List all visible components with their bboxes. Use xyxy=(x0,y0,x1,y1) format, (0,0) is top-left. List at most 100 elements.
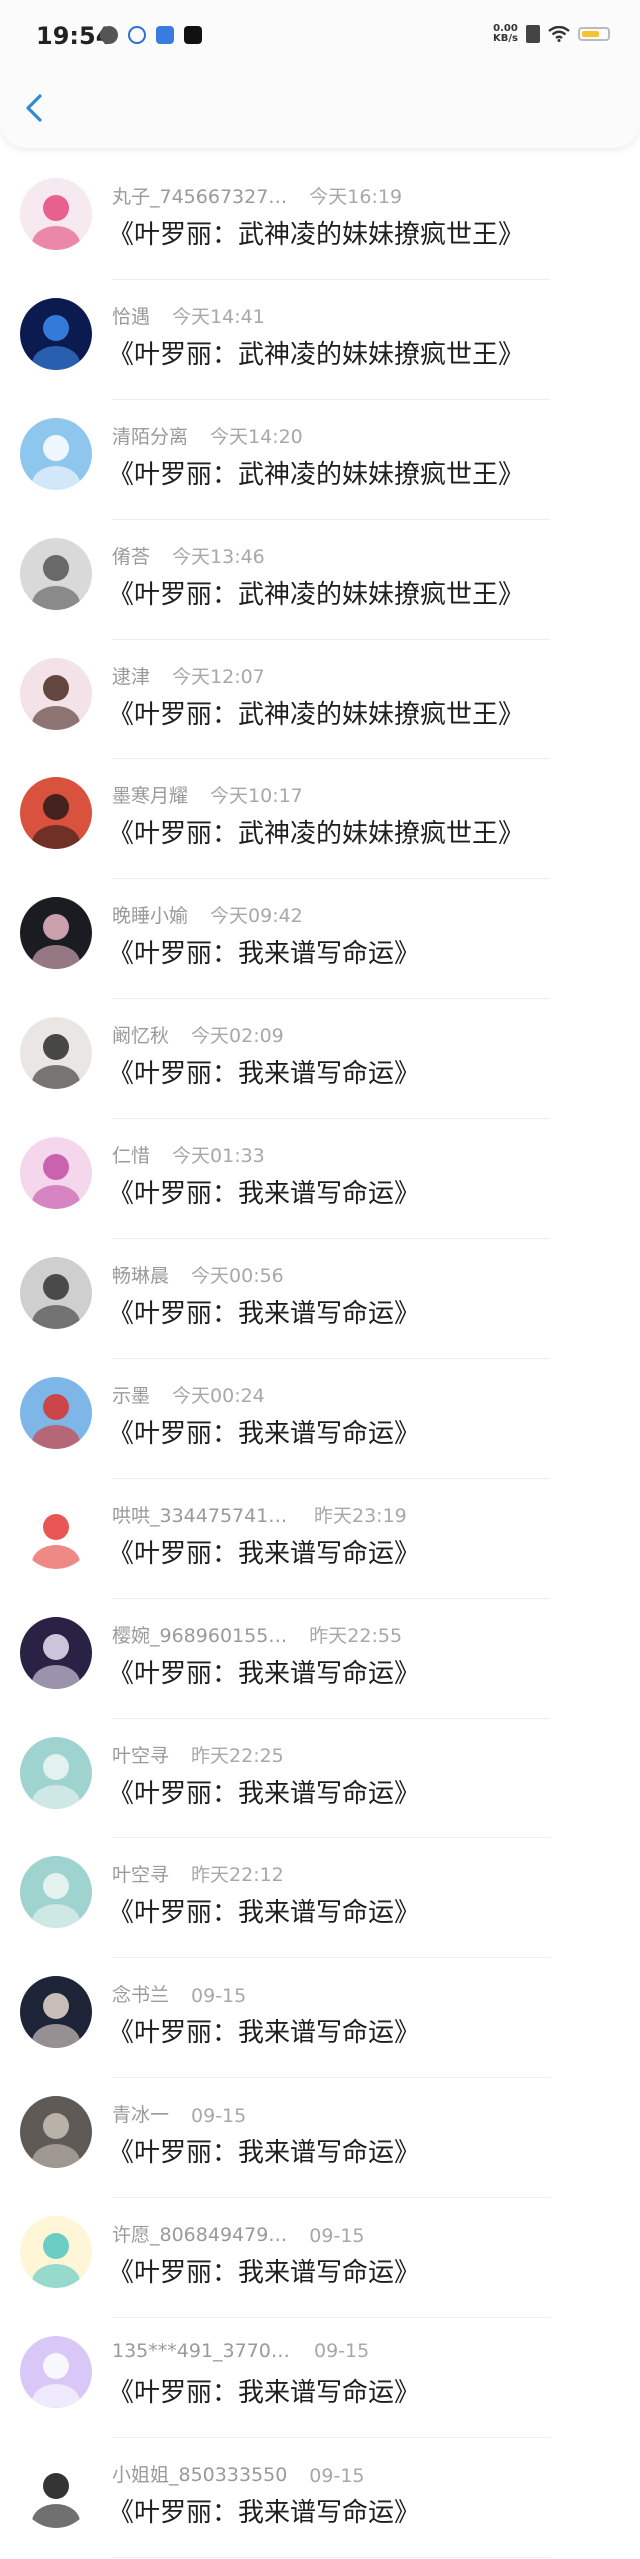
list-item[interactable]: 叶空寻 昨天22:12 《叶罗丽：我来谱写命运》 xyxy=(0,1838,640,1959)
avatar[interactable] xyxy=(20,1496,92,1569)
user-name[interactable]: 叶空寻 xyxy=(112,1741,169,1768)
list-item[interactable]: 念书兰 09-15 《叶罗丽：我来谱写命运》 xyxy=(0,1958,640,2079)
user-name[interactable]: 小姐姐_850333550 xyxy=(112,2460,287,2487)
item-meta: 示墨 今天00:24 xyxy=(112,1381,265,1408)
list-item[interactable]: 小姐姐_850333550 09-15 《叶罗丽：我来谱写命运》 xyxy=(0,2438,640,2558)
list-item[interactable]: 墨寒月耀 今天10:17 《叶罗丽：武神凌的妹妹撩疯世王》 xyxy=(0,759,640,880)
avatar[interactable] xyxy=(20,1736,92,1809)
avatar[interactable] xyxy=(20,2455,92,2528)
user-name[interactable]: 晚睡小媮 xyxy=(112,901,188,928)
avatar[interactable] xyxy=(20,178,92,250)
avatar[interactable] xyxy=(20,657,92,730)
avatar[interactable] xyxy=(20,2096,92,2169)
book-title[interactable]: 《叶罗丽：武神凌的妹妹撩疯世王》 xyxy=(108,813,524,850)
list-item[interactable]: 逮津 今天12:07 《叶罗丽：武神凌的妹妹撩疯世王》 xyxy=(0,640,640,760)
book-title[interactable]: 《叶罗丽：我来谱写命运》 xyxy=(108,1533,420,1570)
book-title[interactable]: 《叶罗丽：我来谱写命运》 xyxy=(108,1653,420,1690)
avatar[interactable] xyxy=(20,897,92,970)
list-item[interactable]: 恰遇 今天14:41 《叶罗丽：武神凌的妹妹撩疯世王》 xyxy=(0,280,640,400)
user-name[interactable]: 示墨 xyxy=(112,1381,150,1408)
book-title[interactable]: 《叶罗丽：武神凌的妹妹撩疯世王》 xyxy=(108,334,524,371)
avatar[interactable] xyxy=(20,2336,92,2409)
read-time: 今天02:09 xyxy=(191,1025,284,1048)
user-name[interactable]: 仁惜 xyxy=(112,1141,150,1168)
tiktok-icon xyxy=(184,26,202,44)
avatar[interactable] xyxy=(20,1017,92,1090)
list-item[interactable]: 仁惜 今天01:33 《叶罗丽：我来谱写命运》 xyxy=(0,1119,640,1240)
system-status: 0.00 KB/s xyxy=(493,24,610,44)
book-title[interactable]: 《叶罗丽：我来谱写命运》 xyxy=(108,2492,420,2529)
avatar-image xyxy=(20,897,92,970)
list-item[interactable]: 青冰一 09-15 《叶罗丽：我来谱写命运》 xyxy=(0,2078,640,2199)
avatar[interactable] xyxy=(20,1856,92,1929)
book-title[interactable]: 《叶罗丽：我来谱写命运》 xyxy=(108,1773,420,1810)
user-name[interactable]: 丸子_745667327… xyxy=(112,182,287,209)
network-speed: 0.00 KB/s xyxy=(493,24,518,44)
user-name[interactable]: 许愿_806849479… xyxy=(112,2220,287,2247)
book-title[interactable]: 《叶罗丽：武神凌的妹妹撩疯世王》 xyxy=(108,454,524,491)
book-title[interactable]: 《叶罗丽：武神凌的妹妹撩疯世王》 xyxy=(108,574,524,611)
user-name[interactable]: 恰遇 xyxy=(112,302,150,329)
user-name[interactable]: 倄荅 xyxy=(112,542,150,569)
item-meta: 哄哄_3344757413… 昨天23:19 xyxy=(112,1501,407,1528)
avatar[interactable] xyxy=(20,1376,92,1449)
avatar[interactable] xyxy=(20,1137,92,1210)
book-title[interactable]: 《叶罗丽：武神凌的妹妹撩疯世王》 xyxy=(108,214,524,251)
avatar-image xyxy=(20,2096,92,2169)
book-title[interactable]: 《叶罗丽：我来谱写命运》 xyxy=(108,933,420,970)
avatar[interactable] xyxy=(20,2216,92,2289)
list-item[interactable]: 畅琳晨 今天00:56 《叶罗丽：我来谱写命运》 xyxy=(0,1239,640,1359)
user-name[interactable]: 念书兰 xyxy=(112,1980,169,2007)
user-name[interactable]: 清陌分离 xyxy=(112,422,188,449)
list-item[interactable]: 叶空寻 昨天22:25 《叶罗丽：我来谱写命运》 xyxy=(0,1719,640,1839)
avatar[interactable] xyxy=(20,1976,92,2049)
avatar[interactable] xyxy=(20,1257,92,1330)
read-time: 今天13:46 xyxy=(172,545,265,568)
list-item[interactable]: 阚忆秋 今天02:09 《叶罗丽：我来谱写命运》 xyxy=(0,999,640,1120)
list-item[interactable]: 晚睡小媮 今天09:42 《叶罗丽：我来谱写命运》 xyxy=(0,879,640,1000)
list-item[interactable]: 丸子_745667327… 今天16:19 《叶罗丽：武神凌的妹妹撩疯世王》 xyxy=(0,160,640,280)
list-item[interactable]: 示墨 今天00:24 《叶罗丽：我来谱写命运》 xyxy=(0,1359,640,1479)
book-title[interactable]: 《叶罗丽：我来谱写命运》 xyxy=(108,1293,420,1330)
avatar[interactable] xyxy=(20,1616,92,1689)
user-name[interactable]: 墨寒月耀 xyxy=(112,781,188,808)
user-name[interactable]: 叶空寻 xyxy=(112,1860,169,1887)
avatar[interactable] xyxy=(20,777,92,850)
user-name[interactable]: 哄哄_3344757413… xyxy=(112,1501,292,1528)
book-title[interactable]: 《叶罗丽：我来谱写命运》 xyxy=(108,1413,420,1450)
list-item[interactable]: 许愿_806849479… 09-15 《叶罗丽：我来谱写命运》 xyxy=(0,2198,640,2319)
avatar[interactable] xyxy=(20,297,92,370)
item-meta: 叶空寻 昨天22:12 xyxy=(112,1860,284,1887)
avatar-image xyxy=(20,2336,92,2409)
user-name[interactable]: 畅琳晨 xyxy=(112,1261,169,1288)
book-title[interactable]: 《叶罗丽：我来谱写命运》 xyxy=(108,2372,420,2409)
avatar-image xyxy=(20,297,92,370)
book-title[interactable]: 《叶罗丽：武神凌的妹妹撩疯世王》 xyxy=(108,694,524,731)
read-time: 今天14:20 xyxy=(210,425,303,448)
list-item[interactable]: 哄哄_3344757413… 昨天23:19 《叶罗丽：我来谱写命运》 xyxy=(0,1479,640,1599)
avatar[interactable] xyxy=(20,537,92,610)
list-item[interactable]: 135***491_37704… 09-15 《叶罗丽：我来谱写命运》 xyxy=(0,2318,640,2438)
avatar-image xyxy=(20,1856,92,1929)
book-title[interactable]: 《叶罗丽：我来谱写命运》 xyxy=(108,2012,420,2049)
read-time: 今天12:07 xyxy=(172,665,265,688)
avatar-image xyxy=(20,2216,92,2289)
wifi-icon xyxy=(548,26,570,42)
avatar-image xyxy=(20,1736,92,1809)
book-title[interactable]: 《叶罗丽：我来谱写命运》 xyxy=(108,2252,420,2289)
user-name[interactable]: 135***491_37704… xyxy=(112,2340,292,2362)
book-title[interactable]: 《叶罗丽：我来谱写命运》 xyxy=(108,2132,420,2169)
user-name[interactable]: 阚忆秋 xyxy=(112,1021,169,1048)
read-time: 09-15 xyxy=(191,1985,247,2008)
book-title[interactable]: 《叶罗丽：我来谱写命运》 xyxy=(108,1053,420,1090)
list-item[interactable]: 倄荅 今天13:46 《叶罗丽：武神凌的妹妹撩疯世王》 xyxy=(0,520,640,640)
user-name[interactable]: 逮津 xyxy=(112,662,150,689)
avatar[interactable] xyxy=(20,417,92,490)
user-name[interactable]: 樱婉_968960155… xyxy=(112,1621,287,1648)
book-title[interactable]: 《叶罗丽：我来谱写命运》 xyxy=(108,1892,420,1929)
list-item[interactable]: 樱婉_968960155… 昨天22:55 《叶罗丽：我来谱写命运》 xyxy=(0,1599,640,1719)
back-arrow-icon[interactable] xyxy=(20,90,50,126)
user-name[interactable]: 青冰一 xyxy=(112,2100,169,2127)
book-title[interactable]: 《叶罗丽：我来谱写命运》 xyxy=(108,1173,420,1210)
list-item[interactable]: 清陌分离 今天14:20 《叶罗丽：武神凌的妹妹撩疯世王》 xyxy=(0,400,640,520)
